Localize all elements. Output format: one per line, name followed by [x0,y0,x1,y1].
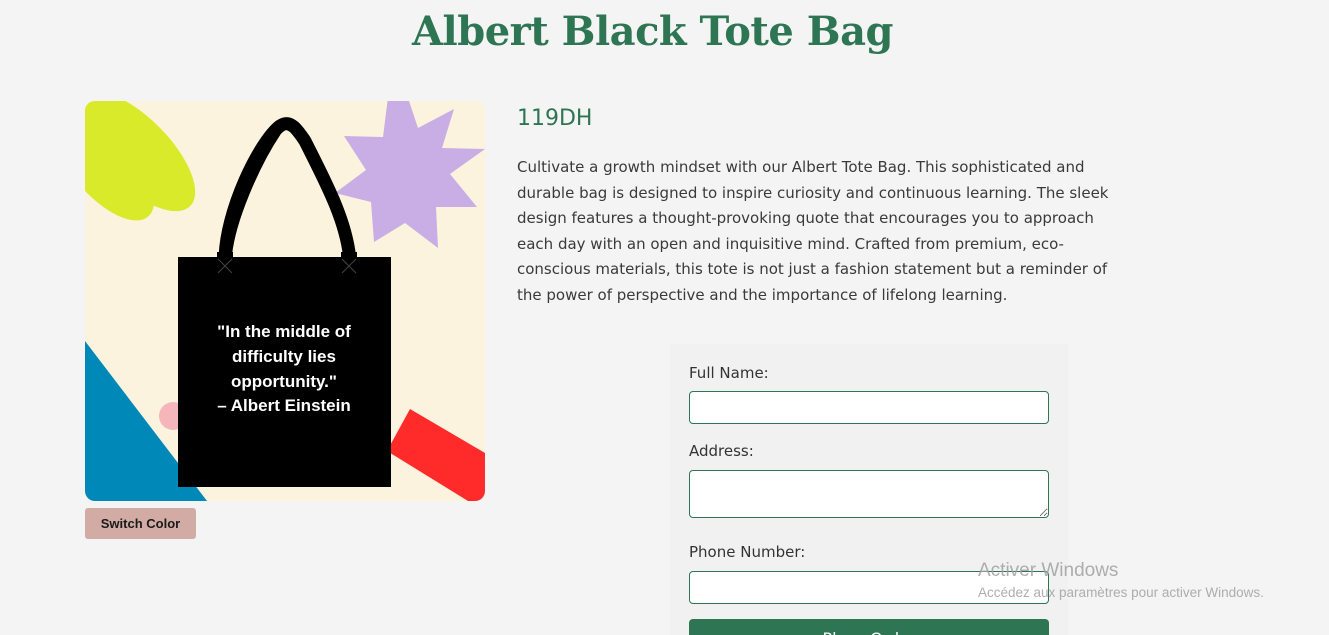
full-name-label: Full Name: [689,364,769,382]
full-name-input[interactable] [689,391,1049,424]
product-image: "In the middle of difficulty lies opport… [85,101,485,501]
address-input[interactable] [689,470,1049,518]
place-order-button[interactable]: Place Order [689,619,1049,635]
switch-color-button[interactable]: Switch Color [85,508,196,539]
windows-activation-subtitle: Accédez aux paramètres pour activer Wind… [978,585,1264,600]
phone-label: Phone Number: [689,543,806,561]
tote-bag-illustration: "In the middle of difficulty lies opport… [85,101,485,501]
quote-line-3: opportunity." [231,372,337,391]
quote-line-2: difficulty lies [232,347,336,366]
product-description: Cultivate a growth mindset with our Albe… [517,158,1109,304]
address-label: Address: [689,442,754,460]
windows-activation-title: Activer Windows [978,560,1119,581]
quote-author: – Albert Einstein [217,396,351,415]
page-title: Albert Black Tote Bag [412,8,893,55]
product-page: Albert Black Tote Bag "In the middle of … [0,0,1329,635]
product-price: 119DH [517,106,593,131]
quote-line-1: "In the middle of [217,322,351,341]
